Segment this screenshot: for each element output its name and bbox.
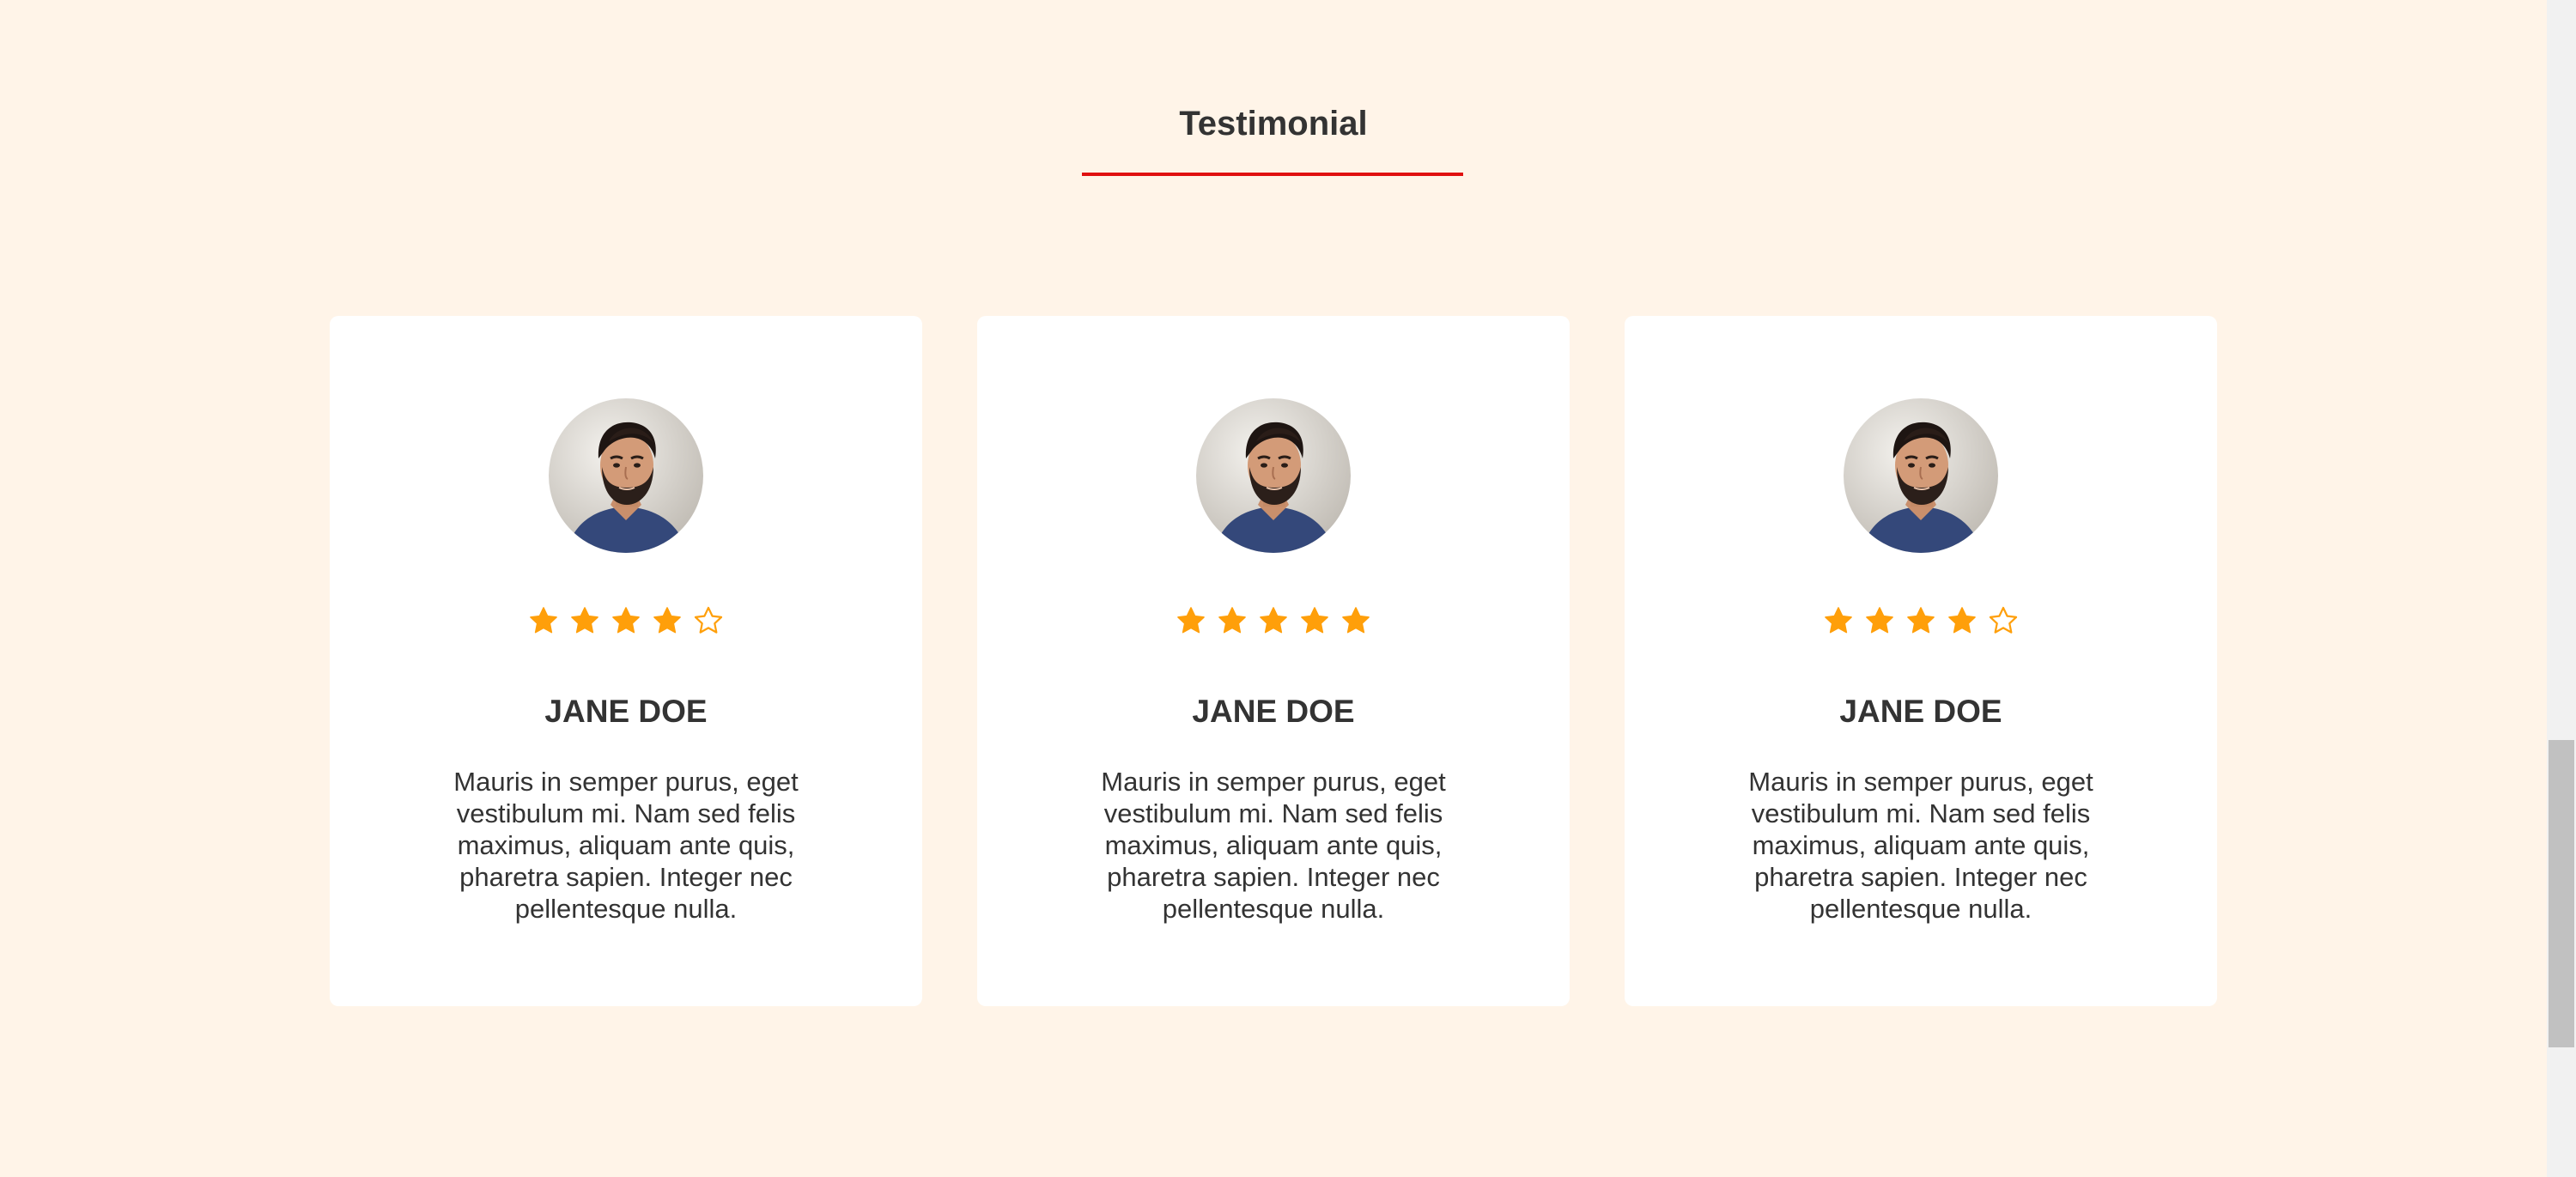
star-empty-icon xyxy=(694,606,723,634)
star-filled-icon xyxy=(1866,607,1893,634)
star-rating xyxy=(977,604,1570,637)
star-filled-icon xyxy=(1907,607,1935,634)
star-rating xyxy=(1625,604,2217,637)
title-underline xyxy=(1082,173,1463,176)
avatar xyxy=(1844,398,1998,553)
man-portrait-photo xyxy=(1196,398,1351,553)
star-filled-icon xyxy=(530,607,557,634)
star-filled-icon xyxy=(1218,607,1246,634)
star-filled-icon xyxy=(653,607,681,634)
star-filled-icon xyxy=(1301,607,1328,634)
star-filled-icon xyxy=(571,607,598,634)
star-filled-icon xyxy=(1342,607,1370,634)
avatar xyxy=(1196,398,1351,553)
reviewer-name: JANE DOE xyxy=(544,694,708,729)
testimonial-quote: Mauris in semper purus, eget vestibulum … xyxy=(1101,767,1446,924)
star-empty-icon xyxy=(1989,606,2018,634)
star-filled-icon xyxy=(612,607,640,634)
reviewer-name: JANE DOE xyxy=(1192,694,1355,729)
man-portrait-photo xyxy=(549,398,703,553)
section-title: Testimonial xyxy=(1179,105,1368,143)
avatar xyxy=(549,398,703,553)
star-filled-icon xyxy=(1177,607,1205,634)
testimonial-cards: JANE DOE Mauris in semper purus, eget ve… xyxy=(330,316,2217,1006)
star-filled-icon xyxy=(1260,607,1287,634)
testimonial-quote: Mauris in semper purus, eget vestibulum … xyxy=(1748,767,2093,924)
man-portrait-photo xyxy=(1844,398,1998,553)
star-rating xyxy=(330,604,922,637)
testimonial-quote: Mauris in semper purus, eget vestibulum … xyxy=(453,767,799,924)
star-filled-icon xyxy=(1948,607,1976,634)
scrollbar-thumb[interactable] xyxy=(2549,740,2574,1047)
testimonial-card: JANE DOE Mauris in semper purus, eget ve… xyxy=(1625,316,2217,1006)
reviewer-name: JANE DOE xyxy=(1839,694,2002,729)
testimonial-card: JANE DOE Mauris in semper purus, eget ve… xyxy=(977,316,1570,1006)
star-filled-icon xyxy=(1825,607,1852,634)
testimonial-page: Testimonial JANE DOE Mauris in semper pu… xyxy=(0,0,2576,1177)
testimonial-card: JANE DOE Mauris in semper purus, eget ve… xyxy=(330,316,922,1006)
